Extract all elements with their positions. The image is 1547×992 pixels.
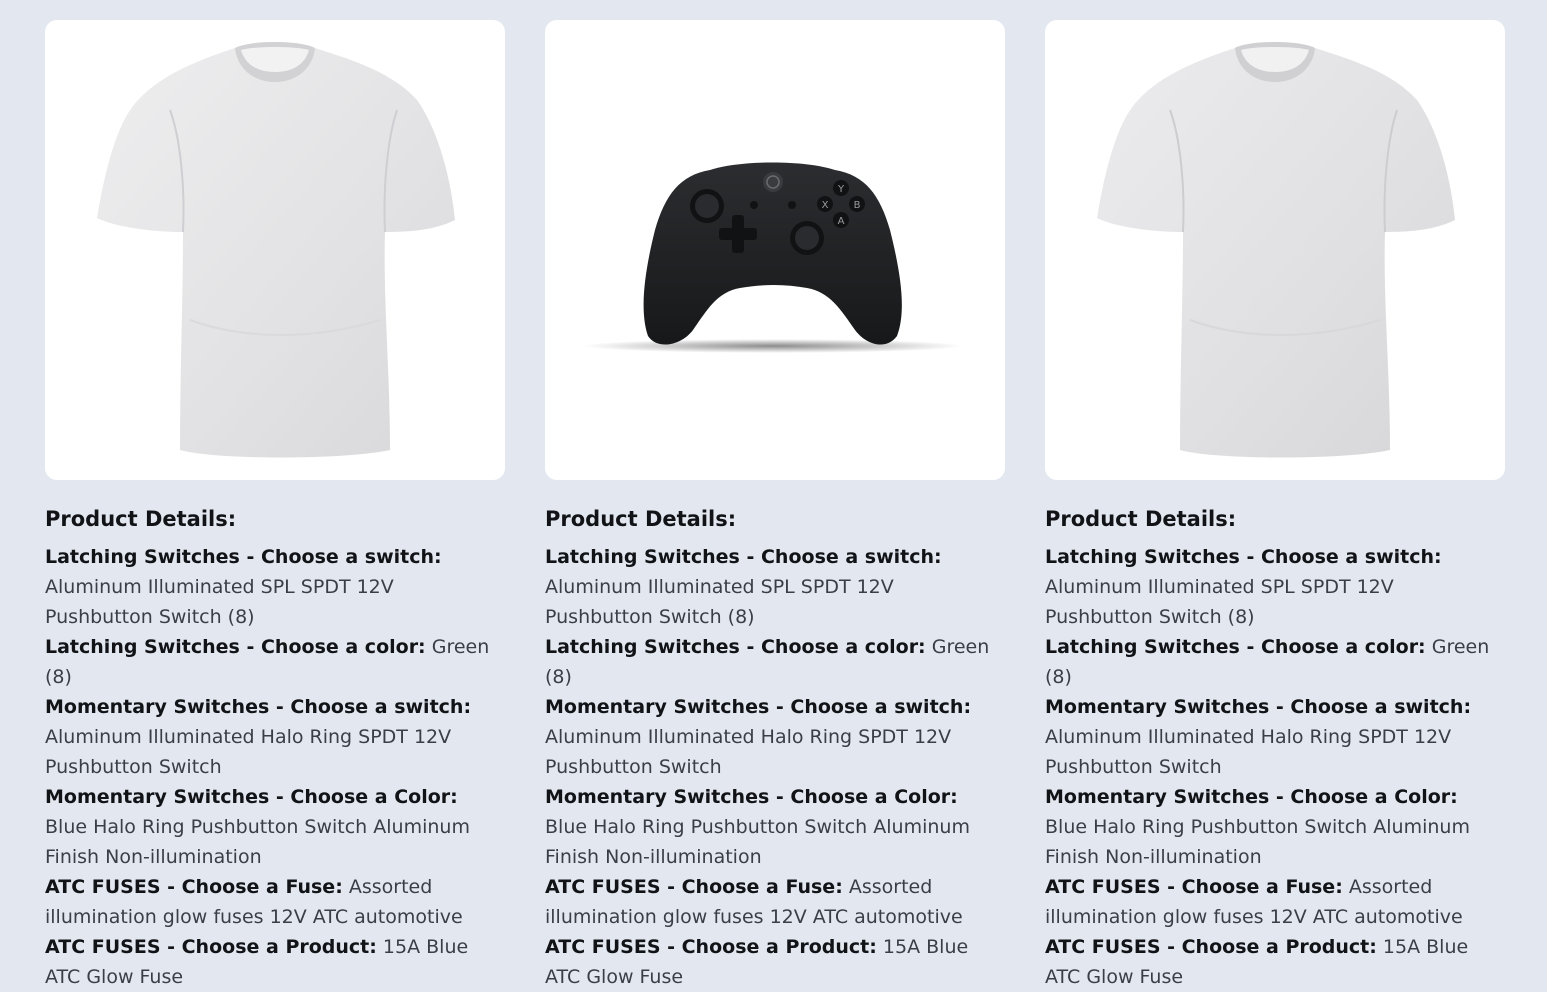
detail-label: Momentary Switches - Choose a switch: — [1045, 696, 1472, 718]
detail-value: Blue Halo Ring Pushbutton Switch Aluminu… — [545, 816, 970, 868]
detail-value: Aluminum Illuminated SPL SPDT 12V Pushbu… — [45, 576, 394, 628]
controller-x-button: X — [822, 200, 829, 211]
controller-a-button: A — [838, 216, 845, 227]
product-details-list: Latching Switches - Choose a switch: Alu… — [1045, 542, 1505, 992]
detail-item: Momentary Switches - Choose a Color: Blu… — [545, 782, 1005, 872]
product-card: Y X B A Product Details: Latching Switch… — [545, 20, 1005, 992]
detail-item: Latching Switches - Choose a color: Gree… — [545, 632, 1005, 692]
detail-label: Momentary Switches - Choose a switch: — [45, 696, 472, 718]
detail-label: Latching Switches - Choose a switch: — [545, 546, 942, 568]
detail-item: Latching Switches - Choose a color: Gree… — [45, 632, 505, 692]
product-details-list: Latching Switches - Choose a switch: Alu… — [545, 542, 1005, 992]
detail-label: ATC FUSES - Choose a Fuse: — [545, 876, 843, 898]
product-details-heading: Product Details: — [545, 507, 737, 531]
detail-value: Blue Halo Ring Pushbutton Switch Aluminu… — [45, 816, 470, 868]
detail-label: ATC FUSES - Choose a Product: — [1045, 936, 1377, 958]
detail-label: Latching Switches - Choose a switch: — [1045, 546, 1442, 568]
detail-item: Latching Switches - Choose a color: Gree… — [1045, 632, 1505, 692]
detail-item: Momentary Switches - Choose a Color: Blu… — [1045, 782, 1505, 872]
detail-value: Aluminum Illuminated SPL SPDT 12V Pushbu… — [545, 576, 894, 628]
detail-value: Blue Halo Ring Pushbutton Switch Aluminu… — [1045, 816, 1470, 868]
detail-item: Latching Switches - Choose a switch: Alu… — [45, 542, 505, 632]
detail-item: ATC FUSES - Choose a Fuse: Assorted illu… — [1045, 872, 1505, 932]
product-image[interactable] — [1045, 20, 1505, 480]
detail-label: Momentary Switches - Choose a Color: — [545, 786, 958, 808]
detail-item: Momentary Switches - Choose a switch: Al… — [545, 692, 1005, 782]
detail-item: ATC FUSES - Choose a Product: 15A Blue A… — [45, 932, 505, 992]
detail-value: Aluminum Illuminated SPL SPDT 12V Pushbu… — [1045, 576, 1394, 628]
detail-value: Aluminum Illuminated Halo Ring SPDT 12V … — [45, 726, 452, 778]
detail-label: Momentary Switches - Choose a Color: — [1045, 786, 1458, 808]
tshirt-image — [97, 42, 455, 458]
product-image[interactable]: Y X B A — [545, 20, 1005, 480]
detail-label: Latching Switches - Choose a color: — [1045, 636, 1426, 658]
detail-item: Momentary Switches - Choose a switch: Al… — [45, 692, 505, 782]
detail-item: Momentary Switches - Choose a Color: Blu… — [45, 782, 505, 872]
detail-label: ATC FUSES - Choose a Fuse: — [1045, 876, 1343, 898]
product-grid: Product Details: Latching Switches - Cho… — [45, 20, 1505, 992]
controller-b-button: B — [854, 200, 861, 211]
detail-label: Latching Switches - Choose a color: — [45, 636, 426, 658]
detail-value: Aluminum Illuminated Halo Ring SPDT 12V … — [545, 726, 952, 778]
product-details-heading: Product Details: — [1045, 507, 1237, 531]
product-details-list: Latching Switches - Choose a switch: Alu… — [45, 542, 505, 992]
detail-item: Latching Switches - Choose a switch: Alu… — [1045, 542, 1505, 632]
detail-item: ATC FUSES - Choose a Product: 15A Blue A… — [545, 932, 1005, 992]
product-details-heading: Product Details: — [45, 507, 237, 531]
detail-item: Latching Switches - Choose a switch: Alu… — [545, 542, 1005, 632]
product-card: Product Details: Latching Switches - Cho… — [1045, 20, 1505, 992]
detail-value: Aluminum Illuminated Halo Ring SPDT 12V … — [1045, 726, 1452, 778]
detail-item: ATC FUSES - Choose a Fuse: Assorted illu… — [45, 872, 505, 932]
product-image[interactable] — [45, 20, 505, 480]
detail-item: ATC FUSES - Choose a Fuse: Assorted illu… — [545, 872, 1005, 932]
detail-label: ATC FUSES - Choose a Product: — [45, 936, 377, 958]
detail-item: Momentary Switches - Choose a switch: Al… — [1045, 692, 1505, 782]
tshirt-image — [1097, 42, 1455, 458]
detail-label: ATC FUSES - Choose a Fuse: — [45, 876, 343, 898]
detail-item: ATC FUSES - Choose a Product: 15A Blue A… — [1045, 932, 1505, 992]
detail-label: Momentary Switches - Choose a Color: — [45, 786, 458, 808]
detail-label: Momentary Switches - Choose a switch: — [545, 696, 972, 718]
detail-label: Latching Switches - Choose a color: — [545, 636, 926, 658]
product-card: Product Details: Latching Switches - Cho… — [45, 20, 505, 992]
controller-y-button: Y — [837, 184, 845, 195]
detail-label: ATC FUSES - Choose a Product: — [545, 936, 877, 958]
game-controller-image: Y X B A — [583, 162, 963, 353]
detail-label: Latching Switches - Choose a switch: — [45, 546, 442, 568]
